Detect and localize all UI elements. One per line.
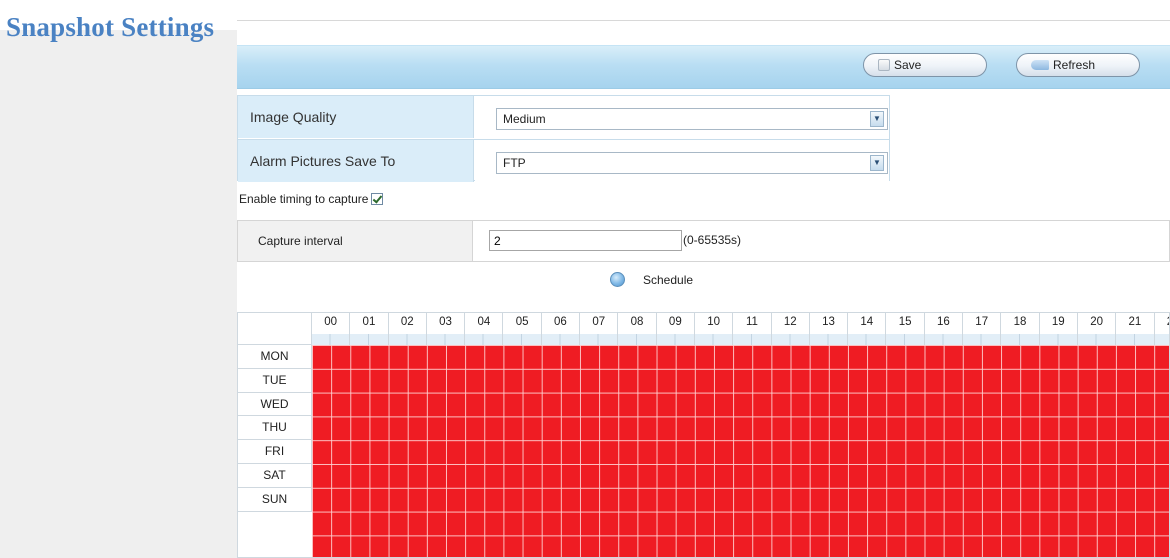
hour-header-07[interactable]: 07 bbox=[580, 313, 619, 345]
hour-header-06[interactable]: 06 bbox=[541, 313, 581, 345]
day-label-mon[interactable]: MON bbox=[238, 345, 312, 369]
save-icon bbox=[878, 59, 890, 71]
hour-header-13[interactable]: 13 bbox=[809, 313, 849, 345]
refresh-button[interactable]: Refresh bbox=[1016, 53, 1140, 77]
title-rule bbox=[237, 20, 1170, 21]
image-quality-row: Image Quality Medium ▼ bbox=[238, 96, 889, 138]
chevron-down-icon[interactable]: ▼ bbox=[870, 155, 884, 171]
enable-timing-label: Enable timing to capture bbox=[239, 192, 369, 206]
day-label-thu[interactable]: THU bbox=[238, 416, 312, 441]
hour-label: 17 bbox=[975, 316, 989, 328]
schedule-cells[interactable] bbox=[312, 345, 1169, 557]
hour-header-22[interactable]: 22 bbox=[1154, 313, 1169, 345]
hour-header-19[interactable]: 19 bbox=[1039, 313, 1078, 345]
hour-label: 03 bbox=[439, 316, 452, 328]
hour-label: 00 bbox=[324, 316, 338, 328]
left-panel bbox=[0, 30, 237, 558]
hour-label: 01 bbox=[362, 316, 376, 328]
hour-label: 14 bbox=[860, 316, 874, 328]
grid-corner bbox=[238, 313, 312, 345]
hour-header-02[interactable]: 02 bbox=[388, 313, 427, 345]
hour-header-08[interactable]: 08 bbox=[618, 313, 657, 345]
alarm-save-select[interactable]: FTP ▼ bbox=[496, 152, 888, 174]
capture-interval-row: Capture interval (0-65535s) bbox=[237, 220, 1170, 262]
hour-header-05[interactable]: 05 bbox=[503, 313, 542, 345]
save-button-label: Save bbox=[894, 58, 922, 72]
image-quality-cell: Medium ▼ bbox=[475, 96, 889, 138]
schedule-icon[interactable] bbox=[610, 272, 625, 287]
alarm-save-cell: FTP ▼ bbox=[475, 140, 889, 182]
capture-interval-label: Capture interval bbox=[237, 221, 473, 261]
hour-header-09[interactable]: 09 bbox=[656, 313, 695, 345]
hour-label: 05 bbox=[515, 316, 529, 328]
hour-header-20[interactable]: 20 bbox=[1077, 313, 1117, 345]
hour-label: 09 bbox=[668, 316, 682, 328]
day-column: MON TUE WED THU FRI SAT SUN bbox=[238, 345, 312, 512]
chevron-down-icon[interactable]: ▼ bbox=[870, 111, 884, 127]
page-title: Snapshot Settings bbox=[6, 12, 215, 42]
hour-header-04[interactable]: 04 bbox=[465, 313, 504, 345]
hour-header-21[interactable]: 21 bbox=[1116, 313, 1155, 345]
hour-header-15[interactable]: 15 bbox=[886, 313, 925, 345]
hour-label: 19 bbox=[1051, 316, 1065, 328]
hour-label: 22 bbox=[1155, 316, 1169, 328]
hour-header-12[interactable]: 12 bbox=[771, 313, 810, 345]
alarm-save-label: Alarm Pictures Save To bbox=[238, 140, 474, 182]
hour-label: 15 bbox=[898, 316, 912, 328]
hour-label: 07 bbox=[592, 316, 606, 328]
hour-label: 08 bbox=[630, 316, 644, 328]
hour-label: 12 bbox=[783, 316, 797, 328]
hour-label: 06 bbox=[554, 316, 567, 328]
hour-label: 21 bbox=[1128, 316, 1142, 328]
day-label-wed[interactable]: WED bbox=[238, 392, 312, 417]
capture-interval-hint: (0-65535s) bbox=[683, 233, 742, 247]
schedule-grid: 00 01 02 03 04 05 06 07 08 09 10 11 12 13 14 15 16 17 18 19… bbox=[237, 312, 1170, 558]
hour-label: 16 bbox=[937, 316, 950, 328]
image-quality-label: Image Quality bbox=[238, 96, 474, 138]
schedule-label: Schedule bbox=[643, 272, 694, 287]
hour-label: 02 bbox=[400, 316, 414, 328]
image-quality-value: Medium bbox=[503, 112, 546, 126]
enable-timing-row: Enable timing to capture bbox=[239, 192, 384, 206]
day-label-tue[interactable]: TUE bbox=[238, 368, 312, 393]
alarm-save-row: Alarm Pictures Save To FTP ▼ bbox=[238, 139, 889, 182]
hour-header-00[interactable]: 00 bbox=[312, 313, 351, 345]
hour-label: 13 bbox=[822, 316, 835, 328]
hour-header-18[interactable]: 18 bbox=[1001, 313, 1040, 345]
hour-header-10[interactable]: 10 bbox=[694, 313, 734, 345]
capture-interval-input[interactable] bbox=[489, 230, 682, 251]
hour-header-14[interactable]: 14 bbox=[848, 313, 887, 345]
hour-header-03[interactable]: 03 bbox=[426, 313, 466, 345]
hour-header-16[interactable]: 16 bbox=[924, 313, 964, 345]
alarm-save-value: FTP bbox=[503, 156, 526, 170]
day-label-sat[interactable]: SAT bbox=[238, 463, 312, 488]
day-label-fri[interactable]: FRI bbox=[238, 440, 312, 464]
enable-timing-checkbox[interactable] bbox=[371, 193, 384, 205]
save-button[interactable]: Save bbox=[863, 53, 987, 77]
hour-label: 18 bbox=[1013, 316, 1027, 328]
settings-form: Image Quality Medium ▼ Alarm Pictures Sa… bbox=[237, 95, 890, 182]
hour-label: 10 bbox=[707, 316, 721, 328]
refresh-icon bbox=[1031, 60, 1049, 70]
hour-header-01[interactable]: 01 bbox=[350, 313, 389, 345]
hour-label: 20 bbox=[1090, 316, 1103, 328]
image-quality-select[interactable]: Medium ▼ bbox=[496, 108, 888, 130]
hour-label: 11 bbox=[745, 316, 758, 328]
day-label-sun[interactable]: SUN bbox=[238, 487, 312, 512]
hour-header-17[interactable]: 17 bbox=[963, 313, 1002, 345]
hour-header-11[interactable]: 11 bbox=[733, 313, 772, 345]
schedule-header: Schedule bbox=[610, 272, 693, 287]
refresh-button-label: Refresh bbox=[1053, 58, 1096, 72]
toolbar: Save Refresh bbox=[237, 45, 1170, 89]
hour-label: 04 bbox=[477, 316, 491, 328]
hour-header: 00 01 02 03 04 05 06 07 08 09 10 11 12 13 14 15 16 17 18 19… bbox=[312, 313, 1169, 345]
